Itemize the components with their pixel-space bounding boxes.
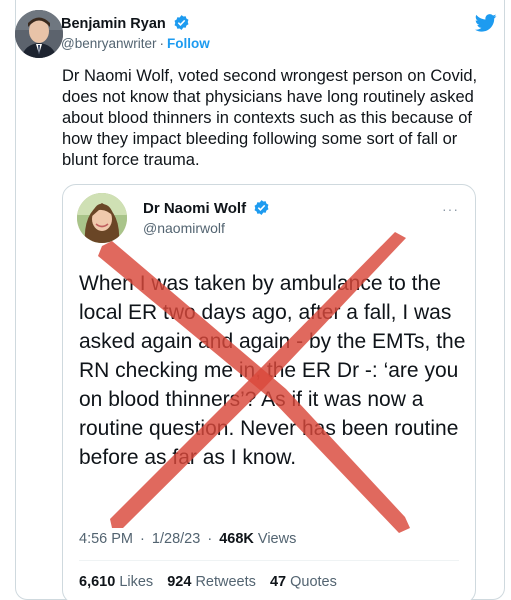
tweet-date[interactable]: 1/28/23 — [152, 531, 200, 547]
author-name-text[interactable]: Benjamin Ryan — [61, 16, 166, 32]
quotes-count: 47 — [269, 574, 287, 590]
views-count: 468K — [219, 531, 254, 547]
more-icon[interactable]: ··· — [442, 201, 459, 217]
separator: · — [159, 36, 165, 51]
likes-label: Likes — [119, 574, 154, 590]
engagement-stats: 6,610 Likes 924 Retweets 47 Quotes — [79, 574, 347, 590]
quoted-tweet[interactable]: Dr Naomi Wolf @naomirwolf ··· When I was… — [62, 184, 476, 600]
quoted-author-avatar[interactable] — [77, 193, 127, 243]
quotes-stat[interactable]: 47 Quotes — [270, 574, 337, 590]
verified-icon — [254, 200, 269, 215]
quoted-author-name-text[interactable]: Dr Naomi Wolf — [143, 200, 246, 217]
retweets-stat[interactable]: 924 Retweets — [167, 574, 256, 590]
author-avatar[interactable] — [15, 10, 63, 58]
quoted-author-handle[interactable]: @naomirwolf — [143, 220, 225, 236]
tweet-text: Dr Naomi Wolf, voted second wrongest per… — [62, 67, 478, 169]
follow-button[interactable]: Follow — [167, 36, 210, 51]
tweet-time[interactable]: 4:56 PM — [79, 531, 133, 547]
quoted-tweet-meta: 4:56 PM · 1/28/23 · 468K Views — [79, 531, 297, 547]
quoted-tweet-text: When I was taken by ambulance to the loc… — [79, 272, 466, 469]
twitter-bird-icon[interactable] — [475, 14, 497, 32]
author-name[interactable]: Benjamin Ryan — [61, 14, 190, 32]
quotes-label: Quotes — [290, 574, 337, 590]
verified-icon — [174, 15, 189, 30]
author-handle[interactable]: @benryanwriter — [61, 36, 157, 51]
views-label: Views — [257, 531, 297, 547]
retweets-label: Retweets — [195, 574, 256, 590]
likes-count: 6,610 — [79, 574, 116, 590]
author-handle-row: @benryanwriter · Follow — [61, 36, 210, 51]
divider — [79, 560, 459, 561]
retweets-count: 924 — [167, 574, 192, 590]
likes-stat[interactable]: 6,610 Likes — [79, 574, 153, 590]
quoted-author-name[interactable]: Dr Naomi Wolf — [143, 199, 270, 217]
